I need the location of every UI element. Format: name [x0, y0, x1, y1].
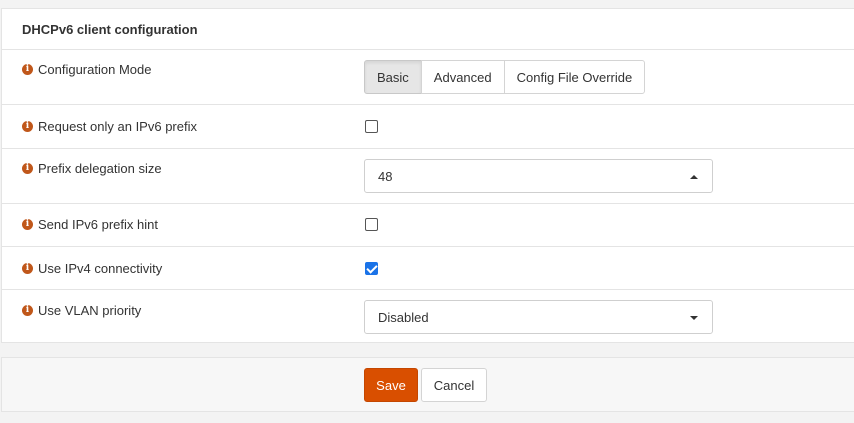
vlan-priority-control: Disabled [364, 300, 713, 334]
row-use-vlan-priority: i Use VLAN priority Disabled [2, 290, 854, 343]
prefix-delegation-label: Prefix delegation size [38, 161, 162, 176]
send-prefix-hint-label: Send IPv6 prefix hint [38, 217, 158, 232]
vlan-priority-select[interactable]: Disabled [364, 300, 713, 334]
info-icon[interactable]: i [22, 305, 33, 316]
row-configuration-mode: i Configuration Mode Basic Advanced Conf… [2, 50, 854, 105]
info-icon[interactable]: i [22, 219, 33, 230]
configuration-mode-control: Basic Advanced Config File Override [364, 60, 646, 94]
caret-up-icon [690, 175, 698, 179]
panel-title: DHCPv6 client configuration [2, 9, 854, 50]
save-button[interactable]: Save [364, 368, 418, 402]
row-use-ipv4-connectivity: i Use IPv4 connectivity [2, 247, 854, 290]
use-ipv4-label: Use IPv4 connectivity [38, 261, 163, 276]
send-prefix-hint-control [365, 218, 378, 231]
row-request-only-prefix: i Request only an IPv6 prefix [2, 105, 854, 149]
prefix-delegation-label-wrap: i Prefix delegation size [22, 161, 162, 176]
request-prefix-label-wrap: i Request only an IPv6 prefix [22, 119, 197, 134]
form-footer: Save Cancel [1, 357, 854, 412]
info-icon[interactable]: i [22, 121, 33, 132]
mode-config-file-override-button[interactable]: Config File Override [503, 60, 646, 94]
vlan-priority-label-wrap: i Use VLAN priority [22, 303, 141, 318]
configuration-mode-segmented: Basic Advanced Config File Override [364, 60, 646, 94]
prefix-delegation-control: 48 [364, 159, 713, 193]
caret-down-icon [690, 316, 698, 320]
mode-basic-button[interactable]: Basic [364, 60, 422, 94]
info-icon[interactable]: i [22, 263, 33, 274]
use-ipv4-checkbox[interactable] [365, 262, 378, 275]
info-icon[interactable]: i [22, 163, 33, 174]
row-prefix-delegation-size: i Prefix delegation size 48 [2, 149, 854, 204]
request-prefix-checkbox[interactable] [365, 120, 378, 133]
use-ipv4-label-wrap: i Use IPv4 connectivity [22, 261, 162, 276]
configuration-mode-label: Configuration Mode [38, 62, 152, 77]
prefix-delegation-value: 48 [378, 168, 393, 184]
use-ipv4-control [365, 262, 378, 275]
prefix-delegation-select[interactable]: 48 [364, 159, 713, 193]
info-icon[interactable]: i [22, 64, 33, 75]
send-prefix-hint-checkbox[interactable] [365, 218, 378, 231]
request-prefix-control [365, 120, 378, 133]
vlan-priority-label: Use VLAN priority [38, 303, 142, 318]
mode-advanced-button[interactable]: Advanced [420, 60, 505, 94]
request-prefix-label: Request only an IPv6 prefix [38, 119, 197, 134]
row-send-prefix-hint: i Send IPv6 prefix hint [2, 204, 854, 247]
send-prefix-hint-label-wrap: i Send IPv6 prefix hint [22, 217, 158, 232]
dhcpv6-client-panel: DHCPv6 client configuration i Configurat… [1, 8, 854, 343]
cancel-button[interactable]: Cancel [421, 368, 487, 402]
configuration-mode-label-wrap: i Configuration Mode [22, 62, 151, 77]
vlan-priority-value: Disabled [378, 309, 429, 325]
